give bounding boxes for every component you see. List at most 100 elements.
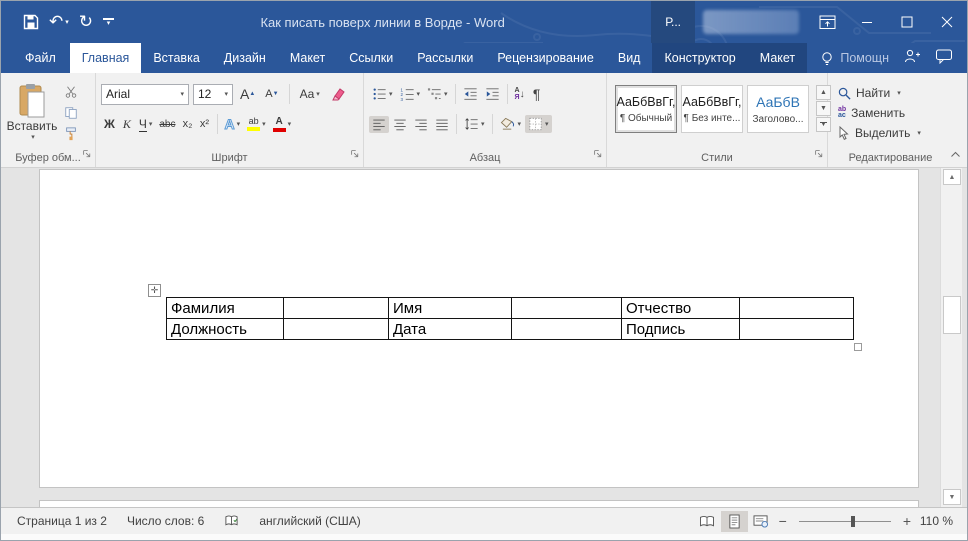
tab-file[interactable]: Файл [11,43,70,73]
redo-button[interactable]: ↻ [79,12,93,32]
ribbon-display-options-button[interactable] [807,1,847,43]
font-name-combobox[interactable]: Arial ▾ [101,83,189,105]
table-cell[interactable]: Имя [388,297,512,319]
zoom-in-button[interactable]: + [899,513,915,529]
justify-button[interactable] [432,116,452,133]
table-cell[interactable] [511,318,622,340]
tab-view[interactable]: Вид [606,43,653,73]
document-page-2[interactable] [39,500,919,507]
tab-review[interactable]: Рецензирование [485,43,606,73]
zoom-slider[interactable] [798,515,891,527]
tab-table-layout[interactable]: Макет [748,43,807,73]
text-effects-button[interactable]: А ▾ [222,114,244,134]
tab-table-design[interactable]: Конструктор [652,43,747,73]
zoom-out-button[interactable]: − [775,513,791,529]
customize-qat-button[interactable]: ▾ [103,18,115,27]
table-cell[interactable]: Отчество [621,297,740,319]
table-cell[interactable]: Фамилия [166,297,284,319]
close-button[interactable] [927,1,967,43]
table-cell[interactable] [283,297,389,319]
increase-indent-button[interactable] [482,85,503,103]
clear-formatting-button[interactable] [327,85,348,103]
paragraph-dialog-launcher[interactable] [593,145,602,163]
tab-references[interactable]: Ссылки [337,43,405,73]
tell-me-button[interactable]: Помощн [820,51,889,66]
multilevel-list-button[interactable]: ▾ [424,85,451,103]
replace-button[interactable]: ab ac Заменить [828,103,953,123]
grow-font-button[interactable]: A ▲ [237,84,258,104]
font-dialog-launcher[interactable] [350,145,359,163]
table-cell[interactable] [739,318,854,340]
minimize-button[interactable] [847,1,887,43]
table-cell[interactable] [739,297,854,319]
borders-button[interactable]: ▾ [525,115,552,133]
table-cell[interactable]: Дата [388,318,512,340]
font-color-button[interactable]: А ▾ [270,115,295,134]
collapse-ribbon-button[interactable] [950,145,961,163]
tab-insert[interactable]: Вставка [141,43,211,73]
find-dropdown-arrow[interactable]: ▾ [897,89,901,97]
underline-button[interactable]: Ч ▾ [136,115,156,134]
paste-button[interactable]: Вставить ▾ [5,81,59,143]
vertical-scrollbar[interactable]: ▲ ▼ [940,168,962,507]
numbering-button[interactable]: 123 ▾ [397,85,424,103]
copy-button[interactable] [59,104,83,122]
tab-mailings[interactable]: Рассылки [405,43,485,73]
find-button[interactable]: Найти ▾ [828,83,953,103]
table-cell[interactable]: Должность [166,318,284,340]
select-dropdown-arrow[interactable]: ▾ [917,129,921,137]
style-no-spacing[interactable]: АаБбВвГг, ¶ Без инте... [681,85,743,133]
style-heading1[interactable]: АаБбВ Заголово... [747,85,809,133]
style-normal[interactable]: АаБбВвГг, ¶ Обычный [615,85,677,133]
save-button[interactable] [23,14,39,30]
sort-button[interactable]: АЯ ↓ [512,85,528,103]
line-spacing-button[interactable]: ▾ [461,115,488,133]
shrink-font-button[interactable]: A ▼ [262,86,281,102]
underline-dropdown-arrow[interactable]: ▾ [149,120,153,128]
cut-button[interactable] [59,83,83,101]
scroll-up-button[interactable]: ▲ [943,169,961,185]
share-button[interactable] [903,48,921,69]
table-cell[interactable] [283,318,389,340]
proofing-status[interactable] [214,514,249,528]
shading-button[interactable]: ▾ [497,115,525,133]
undo-button[interactable]: ↶ ▾ [49,12,69,32]
word-count[interactable]: Число слов: 6 [117,514,214,528]
tab-home[interactable]: Главная [69,43,142,73]
maximize-button[interactable] [887,1,927,43]
change-case-button[interactable]: Aa ▾ [297,85,323,103]
highlight-dropdown-arrow[interactable]: ▾ [262,120,266,128]
table-resize-handle[interactable] [854,343,862,351]
language-indicator[interactable]: английский (США) [249,514,370,528]
format-painter-button[interactable] [59,125,83,143]
scrollbar-thumb[interactable] [943,296,961,334]
user-badge[interactable]: Р... [651,1,695,43]
comments-button[interactable] [935,48,953,69]
page-indicator[interactable]: Страница 1 из 2 [1,514,117,528]
italic-button[interactable]: К [119,115,135,134]
table-cell[interactable]: Подпись [621,318,740,340]
decrease-indent-button[interactable] [460,85,481,103]
superscript-button[interactable]: x² [197,116,213,132]
align-left-button[interactable] [369,115,389,133]
scroll-down-button[interactable]: ▼ [943,489,961,505]
zoom-slider-thumb[interactable] [850,515,855,527]
align-right-button[interactable] [411,116,431,133]
read-mode-button[interactable] [694,511,721,532]
show-marks-button[interactable]: ¶ [529,84,545,104]
subscript-button[interactable]: x₂ [180,116,196,132]
undo-dropdown-arrow[interactable]: ▾ [65,18,69,26]
bold-button[interactable]: Ж [101,115,118,133]
borders-dropdown-arrow[interactable]: ▾ [545,120,549,128]
web-layout-button[interactable] [748,511,775,532]
table-cell[interactable] [511,297,622,319]
bullets-button[interactable]: ▾ [369,85,396,103]
table-move-handle[interactable]: ✛ [148,284,161,297]
select-button[interactable]: Выделить ▾ [828,123,953,143]
strikethrough-button[interactable]: abc [156,117,178,132]
print-layout-button[interactable] [720,510,748,532]
zoom-level[interactable]: 110 % [915,514,967,528]
clipboard-dialog-launcher[interactable] [82,145,91,163]
tab-layout[interactable]: Макет [278,43,337,73]
align-center-button[interactable] [390,116,410,133]
